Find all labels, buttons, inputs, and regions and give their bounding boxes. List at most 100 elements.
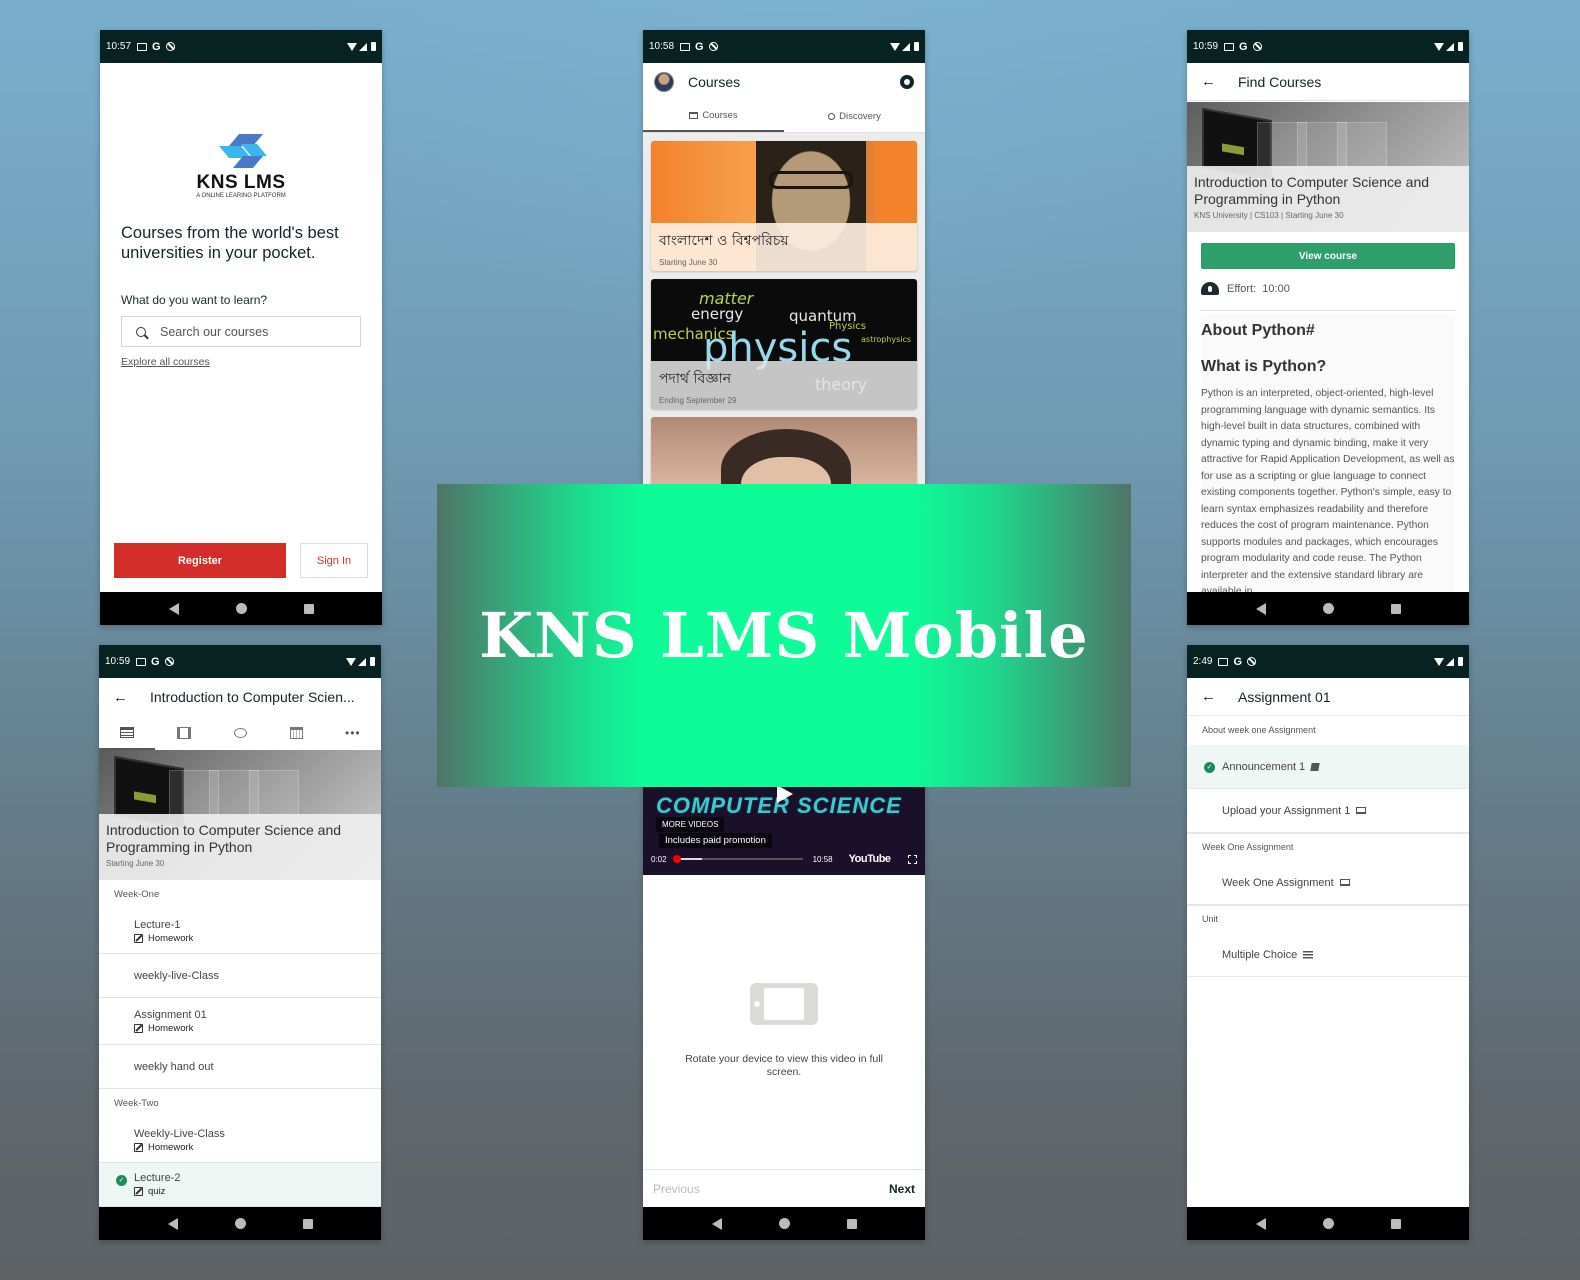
course-card[interactable]: বাংলাদেশ ও বিশ্বপরিচয় Starting June 30 — [651, 141, 917, 271]
course-card[interactable] — [651, 417, 917, 487]
tab-more[interactable]: ••• — [325, 716, 381, 750]
fullscreen-icon[interactable] — [908, 854, 917, 864]
register-button[interactable]: Register — [114, 543, 286, 578]
signal-icon — [358, 657, 366, 666]
google-icon: G — [695, 40, 704, 53]
tab-discovery[interactable]: Discovery — [784, 101, 925, 132]
tab-label: Courses — [702, 110, 738, 121]
tab-dates[interactable] — [268, 716, 324, 750]
back-arrow-icon[interactable]: ← — [113, 689, 128, 706]
course-tabs: ••• — [99, 716, 381, 750]
video-seek-knob[interactable] — [672, 855, 681, 863]
app-bar: Courses — [643, 63, 925, 101]
status-bar: 2:49 G — [1187, 645, 1469, 678]
nav-recents-icon[interactable] — [302, 1218, 313, 1229]
play-icon[interactable] — [777, 785, 793, 803]
view-course-button[interactable]: View course — [1201, 243, 1455, 269]
sign-in-button[interactable]: Sign In — [300, 543, 368, 578]
wifi-icon — [346, 657, 356, 666]
system-nav-bar — [1187, 1207, 1469, 1240]
nav-back-icon[interactable] — [711, 1217, 722, 1230]
section-label: About week one Assignment — [1202, 725, 1316, 735]
gear-icon[interactable] — [898, 73, 916, 91]
course-dashboard-screen: 10:59 G ← Introduction to Computer Scien… — [99, 645, 381, 1240]
section-label: Week One Assignment — [1187, 833, 1469, 861]
nav-back-icon[interactable] — [1255, 1217, 1266, 1230]
nav-home-icon[interactable] — [1322, 1218, 1334, 1229]
list-item[interactable]: Assignment 01 Homework — [99, 998, 381, 1045]
list-item[interactable]: Lecture-1 Homework — [99, 910, 381, 954]
hero-text: Courses from the world's best universiti… — [121, 224, 339, 262]
wifi-icon — [347, 42, 357, 51]
nav-back-icon[interactable] — [168, 602, 179, 615]
more-dots-icon: ••• — [345, 726, 361, 740]
back-arrow-icon[interactable]: ← — [1201, 688, 1216, 705]
list-item[interactable]: weekly hand out — [99, 1045, 381, 1089]
nav-back-icon[interactable] — [167, 1217, 178, 1230]
youtube-logo[interactable]: YouTube — [849, 853, 891, 865]
course-date: Ending September 29 — [659, 396, 737, 405]
item-name: Multiple Choice — [1222, 948, 1298, 961]
course-search-input[interactable]: Search our courses — [121, 316, 361, 347]
list-item[interactable]: Weekly-Live-Class Homework — [99, 1119, 381, 1163]
section-label: Week-Two — [114, 1098, 159, 1109]
about-heading: About Python# — [1201, 322, 1315, 339]
promo-banner: KNS LMS Mobile — [437, 484, 1131, 787]
search-icon — [828, 113, 836, 120]
duration: 10:58 — [812, 854, 833, 864]
nav-back-icon[interactable] — [1255, 602, 1266, 615]
signal-icon — [902, 42, 910, 51]
tab-courseware[interactable] — [99, 716, 156, 750]
nav-recents-icon[interactable] — [846, 1218, 857, 1229]
section-label: Unit — [1187, 905, 1469, 933]
item-name: Upload your Assignment 1 — [1222, 804, 1351, 817]
course-hero-image: Introduction to Computer Science and Pro… — [1187, 102, 1469, 232]
course-card[interactable]: matter energy mechanics quantum physics … — [651, 279, 917, 409]
previous-button[interactable]: Previous — [653, 1182, 700, 1196]
app-bar: ← Introduction to Computer Scien... — [99, 678, 381, 716]
assignment-screen: 2:49 G ← Assignment 01 About week one As… — [1187, 645, 1469, 1240]
assignment-list: About week one Assignment ✓ Announcement… — [1187, 717, 1469, 1207]
nav-recents-icon[interactable] — [1390, 1218, 1401, 1229]
nav-recents-icon[interactable] — [303, 603, 314, 614]
system-nav-bar — [643, 1207, 925, 1240]
tab-courses[interactable]: Courses — [643, 101, 784, 132]
unit-navigation: Previous Next — [643, 1169, 925, 1207]
tab-videos[interactable] — [155, 716, 211, 750]
back-arrow-icon[interactable]: ← — [1201, 73, 1216, 90]
explore-all-courses-link[interactable]: Explore all courses — [121, 356, 210, 368]
list-item[interactable]: ✓ Lecture-2 quiz — [99, 1163, 381, 1207]
course-hero-image: Introduction to Computer Science and Pro… — [99, 750, 381, 880]
nav-home-icon[interactable] — [235, 603, 247, 614]
list-item[interactable]: Upload your Assignment 1 — [1187, 789, 1469, 833]
laptop-icon — [1356, 807, 1367, 814]
course-title: বাংলাদেশ ও বিশ্বপরিচয় — [659, 233, 789, 249]
list-item[interactable]: Multiple Choice — [1187, 933, 1469, 977]
effort-value: 10:00 — [1262, 282, 1290, 295]
list-item[interactable]: Week One Assignment — [1187, 861, 1469, 905]
course-description: Python is an interpreted, object-oriente… — [1201, 388, 1455, 592]
sync-off-icon — [165, 42, 175, 51]
status-bar: 10:59 G — [99, 645, 381, 678]
sync-off-icon — [1247, 657, 1257, 666]
nav-home-icon[interactable] — [778, 1218, 790, 1229]
list-item[interactable]: weekly-live-Class — [99, 954, 381, 998]
video-seek-bar[interactable] — [672, 855, 803, 863]
course-title: পদার্থ বিজ্ঞান — [659, 371, 732, 387]
nav-home-icon[interactable] — [1322, 603, 1334, 614]
next-button[interactable]: Next — [889, 1182, 915, 1196]
more-videos-button[interactable]: MORE VIDEOS — [656, 817, 725, 832]
nav-home-icon[interactable] — [234, 1218, 246, 1229]
rotate-message: Rotate your device to view this video in… — [685, 1053, 883, 1078]
list-item[interactable]: ✓ Announcement 1 — [1187, 745, 1469, 789]
battery-icon — [1458, 657, 1463, 666]
edit-icon — [134, 1187, 143, 1196]
tab-discussion[interactable] — [212, 716, 268, 750]
welcome-screen: 10:57 G KNS LMS A ONLINE LEARING PLATFOR… — [100, 30, 382, 625]
battery-icon — [1458, 42, 1463, 51]
app-logo: KNS LMS A ONLINE LEARING PLATFORM — [100, 134, 382, 199]
nav-recents-icon[interactable] — [1390, 603, 1401, 614]
profile-avatar[interactable] — [654, 72, 674, 92]
signal-icon — [1446, 657, 1454, 666]
course-about: About Python# What is Python? Python is … — [1201, 314, 1455, 592]
